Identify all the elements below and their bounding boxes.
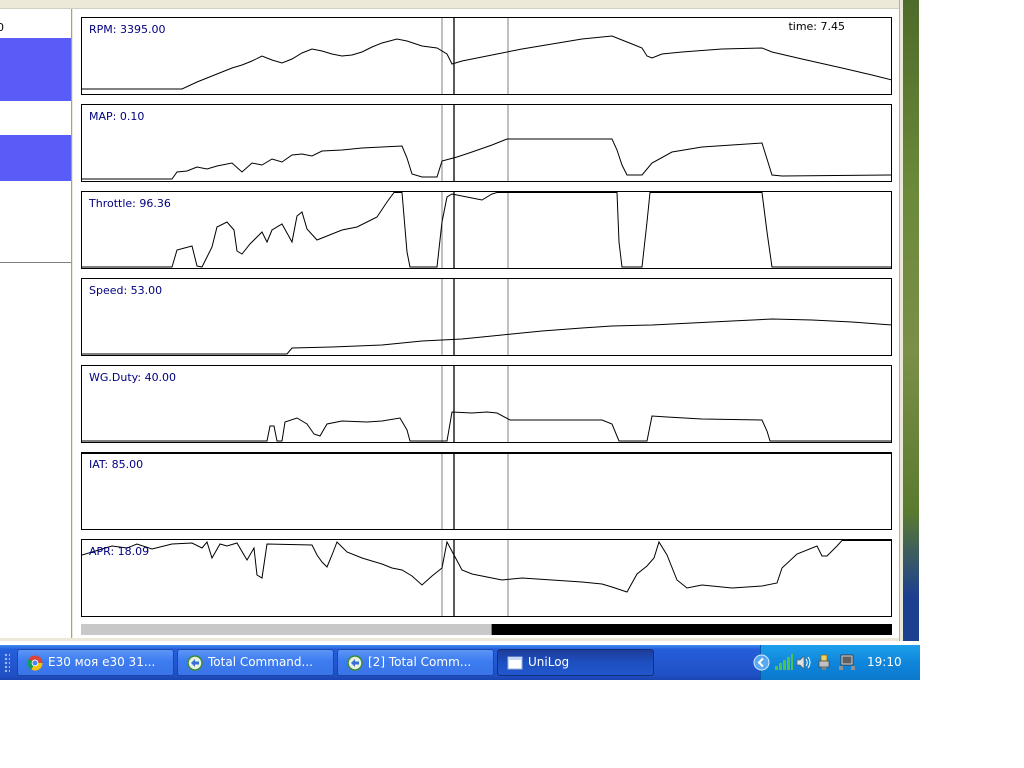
time-readout: time: 7.45 xyxy=(788,20,845,33)
taskbar-button-total-commander[interactable]: Total Command... xyxy=(177,649,334,676)
series-line-wgduty xyxy=(82,411,891,442)
taskbar-button-total-commander-2[interactable]: [2] Total Comm... xyxy=(337,649,494,676)
chart-plot-apr xyxy=(82,540,891,616)
taskbar-button-label: E30 моя e30 31... xyxy=(48,655,156,669)
chart-panel-apr[interactable]: APR: 18.09 xyxy=(81,539,892,617)
signal-strength-icon[interactable] xyxy=(774,653,794,675)
panel-label-iat: IAT: 85.00 xyxy=(89,458,144,471)
chart-panel-map[interactable]: MAP: 0.10 xyxy=(81,104,892,182)
pane-divider xyxy=(0,262,71,263)
window-top-edge xyxy=(0,0,903,9)
taskbar-clock[interactable]: 19:10 xyxy=(867,655,902,669)
chart-plot-speed xyxy=(82,279,891,355)
selected-list-item[interactable] xyxy=(0,38,71,101)
selected-list-item[interactable] xyxy=(0,135,71,181)
taskbar-button-label: Total Command... xyxy=(208,655,313,669)
desktop-background xyxy=(903,0,919,641)
chart-plot-wgduty xyxy=(82,366,891,442)
series-line-throttle xyxy=(82,192,891,268)
chart-panel-wgduty[interactable]: WG.Duty: 40.00 xyxy=(81,365,892,443)
window-icon xyxy=(507,655,523,671)
series-line-rpm xyxy=(82,35,891,90)
unilog-window: 0 RPM: 3395.00 time: 7.45 MAP: 0.10 Throttl… xyxy=(0,0,904,641)
chart-plot-throttle xyxy=(82,192,891,268)
series-line-map xyxy=(82,138,891,180)
taskbar-button-unilog[interactable]: UniLog xyxy=(497,649,654,676)
panel-label-apr: APR: 18.09 xyxy=(89,545,150,558)
horizontal-scrollbar[interactable] xyxy=(81,624,892,635)
chart-plot-rpm xyxy=(82,18,891,94)
panel-label-wgduty: WG.Duty: 40.00 xyxy=(89,371,177,384)
total-commander-icon xyxy=(187,655,203,671)
safely-remove-hardware-icon[interactable] xyxy=(816,654,832,675)
panel-label-speed: Speed: 53.00 xyxy=(89,284,163,297)
scrollbar-thumb[interactable] xyxy=(81,624,492,635)
left-pane-text: 0 xyxy=(0,21,4,34)
series-line-speed xyxy=(82,318,891,355)
left-list-pane[interactable]: 0 xyxy=(0,9,72,638)
chart-panel-iat[interactable]: IAT: 85.00 xyxy=(81,452,892,530)
panel-label-map: MAP: 0.10 xyxy=(89,110,145,123)
chart-panel-throttle[interactable]: Throttle: 96.36 xyxy=(81,191,892,269)
taskbar-button-label: UniLog xyxy=(528,655,570,669)
taskbar-button-label: [2] Total Comm... xyxy=(368,655,472,669)
taskbar-grip[interactable] xyxy=(4,653,10,673)
total-commander-icon xyxy=(347,655,363,671)
chrome-icon xyxy=(27,655,43,671)
chart-panel-speed[interactable]: Speed: 53.00 xyxy=(81,278,892,356)
show-hidden-icons-icon[interactable] xyxy=(753,654,770,675)
system-tray: 19:10 xyxy=(753,645,920,680)
chart-panel-rpm[interactable]: RPM: 3395.00 time: 7.45 xyxy=(81,17,892,95)
taskbar-button-chrome[interactable]: E30 моя e30 31... xyxy=(17,649,174,676)
chart-plot-map xyxy=(82,105,891,181)
network-icon[interactable] xyxy=(838,654,856,675)
volume-icon[interactable] xyxy=(795,654,813,675)
series-line-apr xyxy=(82,540,891,593)
panel-label-rpm: RPM: 3395.00 xyxy=(89,23,166,36)
chart-plot-iat xyxy=(82,453,891,529)
panel-label-throttle: Throttle: 96.36 xyxy=(89,197,171,210)
